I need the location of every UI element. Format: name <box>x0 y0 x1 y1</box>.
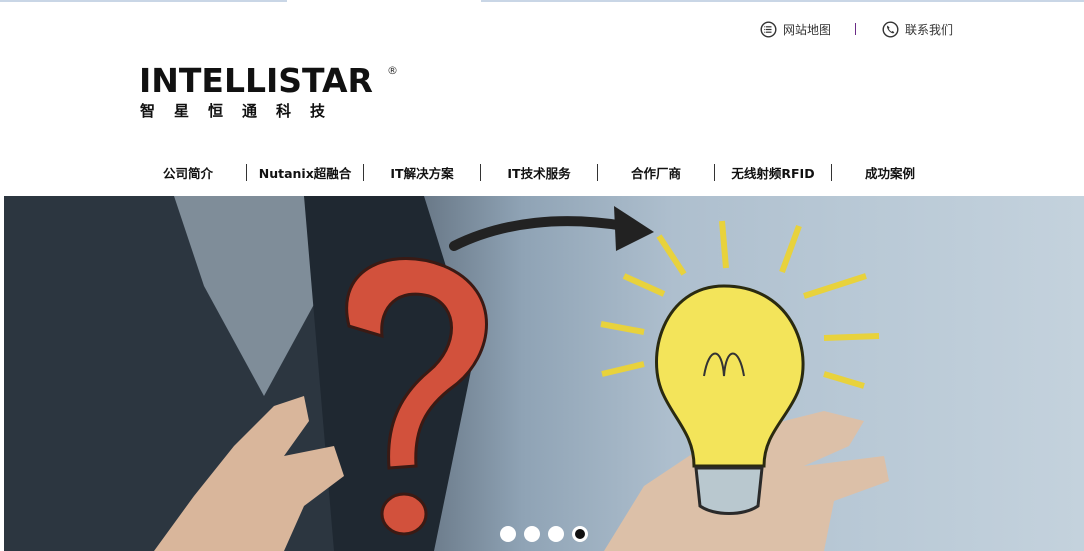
light-ray <box>803 273 867 299</box>
carousel-dot[interactable] <box>500 526 516 542</box>
carousel-dots <box>500 526 588 542</box>
light-ray <box>823 371 865 389</box>
banner-illustration <box>4 196 889 551</box>
registered-mark: ® <box>387 64 398 77</box>
main-nav: 公司简介 Nutanix超融合 IT解决方案 IT技术服务 合作厂商 无线射频R… <box>130 162 948 182</box>
contact-link[interactable]: 联系我们 <box>882 20 953 38</box>
utility-separator <box>855 23 857 35</box>
light-ray <box>823 333 880 341</box>
hero-banner[interactable] <box>4 196 1084 551</box>
light-ray <box>622 273 666 297</box>
nav-item-rfid[interactable]: 无线射频RFID <box>715 163 831 182</box>
light-ray <box>601 361 645 377</box>
bulb-base-icon <box>694 466 764 515</box>
sitemap-link[interactable]: 网站地图 <box>760 20 831 38</box>
carousel-dot-active[interactable] <box>572 526 588 542</box>
light-ray <box>779 224 802 274</box>
nav-item-it-solutions[interactable]: IT解决方案 <box>364 163 480 182</box>
arrow-head-icon <box>614 206 654 251</box>
nav-item-company[interactable]: 公司简介 <box>130 163 246 182</box>
top-border <box>0 0 1084 2</box>
light-ray <box>656 234 687 276</box>
arrow-curve <box>449 216 629 251</box>
carousel-dot[interactable] <box>548 526 564 542</box>
question-dot-icon <box>380 492 428 536</box>
contact-label[interactable]: 联系我们 <box>905 21 953 38</box>
nav-item-it-services[interactable]: IT技术服务 <box>481 163 597 182</box>
light-ray <box>719 220 729 269</box>
logo-wordmark-text: INTELLISTAR <box>139 61 373 100</box>
sitemap-label[interactable]: 网站地图 <box>783 21 831 38</box>
top-border-gap <box>287 0 481 2</box>
nav-item-cases[interactable]: 成功案例 <box>832 163 948 182</box>
logo-wordmark: INTELLISTAR <box>139 64 401 98</box>
carousel-dot[interactable] <box>524 526 540 542</box>
light-ray <box>600 321 645 335</box>
logo-chinese-name: 智星恒通科技 <box>140 102 345 120</box>
utility-bar: 网站地图 联系我们 <box>760 19 953 39</box>
nav-item-nutanix[interactable]: Nutanix超融合 <box>247 163 363 182</box>
nav-item-partners[interactable]: 合作厂商 <box>598 163 714 182</box>
phone-circle-icon <box>882 20 899 38</box>
site-logo[interactable]: INTELLISTAR ® 智星恒通科技 <box>139 64 401 121</box>
list-circle-icon <box>760 20 777 38</box>
